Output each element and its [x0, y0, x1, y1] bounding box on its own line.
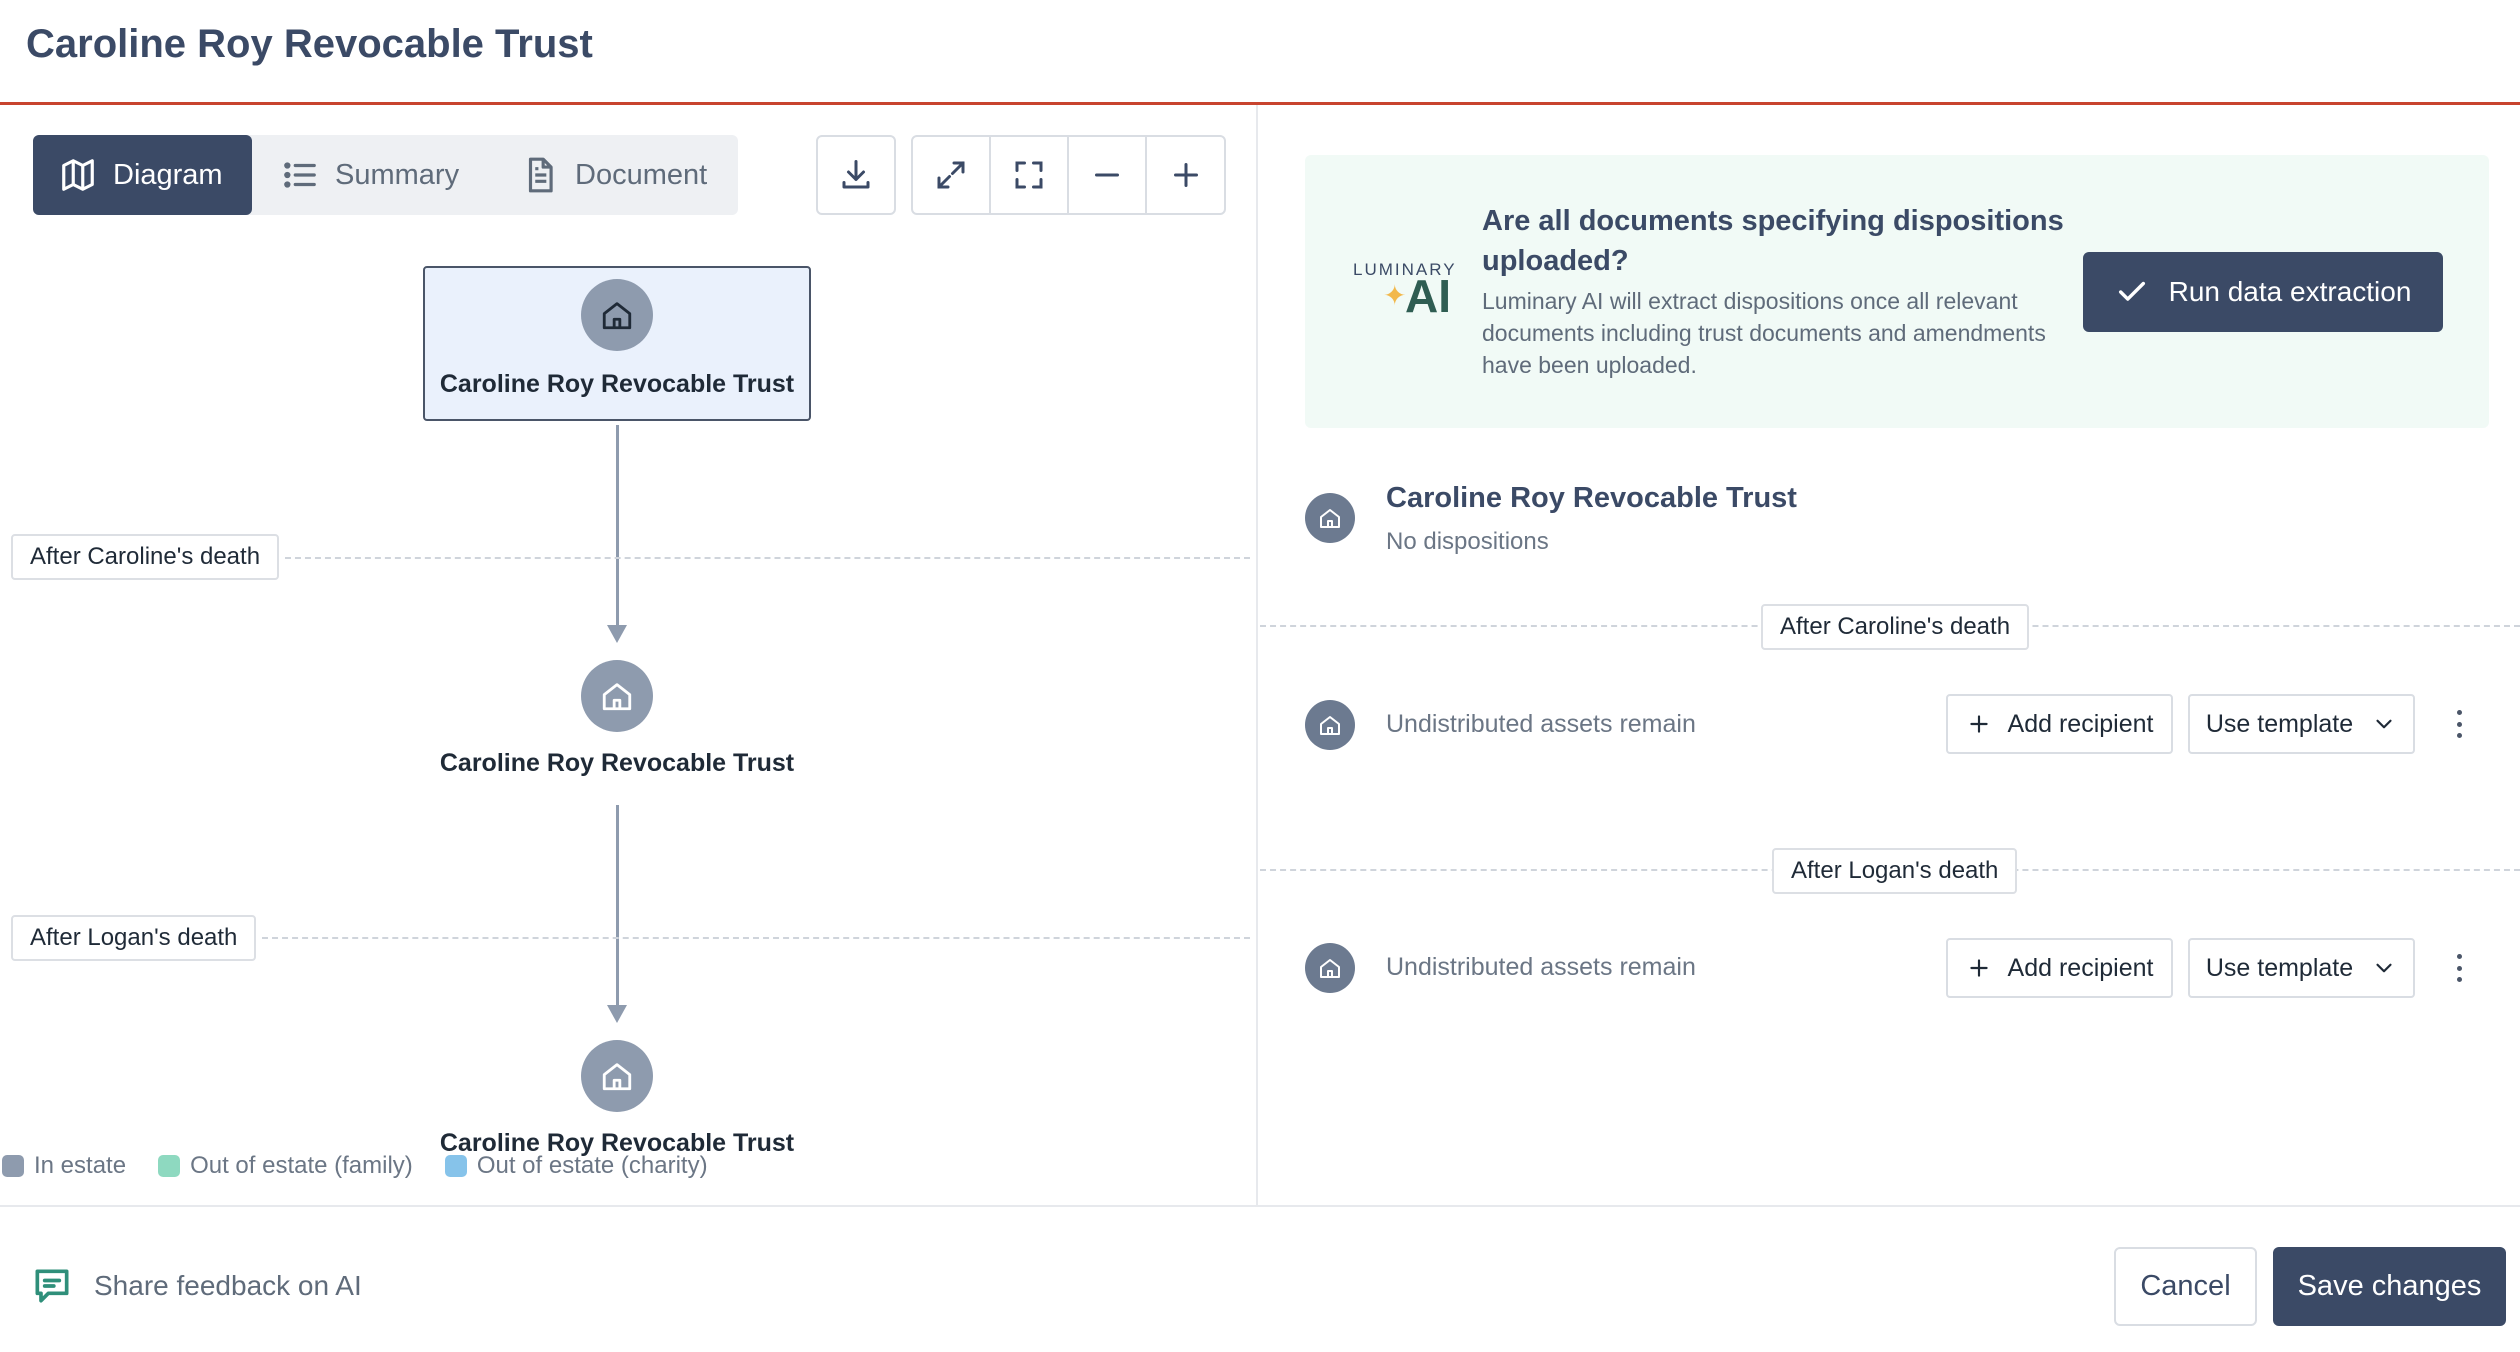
- legend-label: Out of estate (family): [190, 1152, 413, 1179]
- luminary-ai-logo: AI: [1405, 270, 1451, 322]
- zoom-out-button[interactable]: [1069, 137, 1147, 213]
- home-icon: [602, 1063, 632, 1091]
- diagram-node-root[interactable]: Caroline Roy Revocable Trust: [423, 266, 811, 421]
- legend-label: Out of estate (charity): [476, 1152, 708, 1179]
- connector-line: [616, 425, 619, 630]
- arrow-down-icon: [607, 625, 627, 643]
- more-options-icon[interactable]: [2445, 948, 2473, 988]
- plus-icon: [1969, 715, 1988, 733]
- home-icon: [1320, 959, 1340, 978]
- node-label: Caroline Roy Revocable Trust: [439, 749, 795, 777]
- connector-line: [616, 805, 619, 1010]
- home-icon: [1320, 509, 1340, 528]
- chevron-down-icon: [2376, 719, 2392, 729]
- footer-divider: [0, 1205, 2520, 1207]
- panel-divider: [1256, 105, 1258, 1206]
- more-options-icon[interactable]: [2445, 704, 2473, 744]
- tab-diagram-label: Diagram: [113, 158, 223, 191]
- undistributed-assets-text: Undistributed assets remain: [1386, 953, 1696, 981]
- document-icon: [528, 157, 553, 193]
- run-data-extraction-button[interactable]: Run data extraction: [2083, 252, 2443, 332]
- legend-item: Out of estate (family): [158, 1152, 413, 1180]
- run-button-label: Run data extraction: [2168, 276, 2412, 307]
- zoom-in-button[interactable]: [1147, 137, 1225, 213]
- zoom-controls: [911, 135, 1226, 215]
- asset-avatar: [1305, 700, 1355, 750]
- node-avatar: [581, 279, 653, 351]
- use-template-label: Use template: [2205, 953, 2354, 982]
- save-changes-button[interactable]: Save changes: [2273, 1247, 2506, 1326]
- expand-icon: [937, 161, 965, 189]
- asset-avatar: [1305, 943, 1355, 993]
- event-tag: After Caroline's death: [11, 534, 280, 580]
- no-dispositions-text: No dispositions: [1386, 528, 1549, 555]
- tab-diagram[interactable]: Diagram: [33, 135, 252, 215]
- expand-button[interactable]: [913, 137, 991, 213]
- legend-item: In estate: [2, 1152, 126, 1180]
- tab-document[interactable]: Document: [521, 135, 731, 215]
- add-recipient-button[interactable]: Add recipient: [1946, 938, 2173, 998]
- home-icon: [602, 302, 632, 330]
- legend-swatch: [158, 1155, 181, 1177]
- zoom-out-icon: [1095, 173, 1119, 177]
- event-tag: After Caroline's death: [1761, 604, 2030, 650]
- sparkle-icon: ✦: [1383, 280, 1407, 311]
- event-tag: After Logan's death: [11, 915, 257, 961]
- fit-screen-icon: [1015, 161, 1043, 189]
- event-divider: [285, 557, 1250, 559]
- download-button[interactable]: [816, 135, 896, 215]
- view-tabs: Diagram Summary Document: [33, 135, 738, 215]
- event-divider: [262, 937, 1250, 939]
- tab-document-label: Document: [575, 158, 708, 191]
- event-tag: After Logan's death: [1772, 848, 2018, 894]
- list-icon: [284, 162, 316, 188]
- ai-banner-description: Luminary AI will extract dispositions on…: [1482, 288, 2046, 378]
- share-feedback-label: Share feedback on AI: [94, 1270, 362, 1301]
- feedback-chat-icon: [35, 1269, 69, 1303]
- tab-summary[interactable]: Summary: [281, 135, 491, 215]
- arrow-down-icon: [607, 1005, 627, 1023]
- plus-icon: [1969, 959, 1988, 977]
- share-feedback-link[interactable]: Share feedback on AI: [30, 1264, 362, 1308]
- fit-screen-button[interactable]: [991, 137, 1069, 213]
- legend-swatch: [444, 1155, 467, 1177]
- trust-name: Caroline Roy Revocable Trust: [1386, 482, 1797, 514]
- home-icon: [1320, 716, 1340, 735]
- page-header: Caroline Roy Revocable Trust: [0, 0, 2520, 105]
- legend-swatch: [2, 1155, 24, 1177]
- ai-extraction-banner: LUMINARY ✦ AI Are all documents specifyi…: [1305, 155, 2489, 428]
- home-icon: [602, 683, 632, 711]
- legend-item: Out of estate (charity): [444, 1152, 708, 1180]
- map-icon: [62, 159, 94, 191]
- use-template-dropdown[interactable]: Use template: [2188, 938, 2415, 998]
- zoom-in-icon: [1174, 163, 1198, 187]
- trust-avatar: [1305, 493, 1355, 543]
- node-avatar[interactable]: [581, 660, 653, 732]
- diagram-legend: In estate Out of estate (family) Out of …: [2, 1152, 740, 1180]
- use-template-dropdown[interactable]: Use template: [2188, 694, 2415, 754]
- tab-summary-label: Summary: [335, 158, 460, 191]
- download-icon: [842, 160, 870, 189]
- ai-banner-title: Are all documents specifying disposition…: [1482, 205, 2064, 277]
- add-recipient-label: Add recipient: [2007, 709, 2154, 738]
- add-recipient-label: Add recipient: [2007, 953, 2154, 982]
- add-recipient-button[interactable]: Add recipient: [1946, 694, 2173, 754]
- chevron-down-icon: [2376, 963, 2392, 973]
- page-title: Caroline Roy Revocable Trust: [26, 22, 593, 66]
- use-template-label: Use template: [2205, 709, 2354, 738]
- cancel-button[interactable]: Cancel: [2114, 1247, 2257, 1326]
- undistributed-assets-text: Undistributed assets remain: [1386, 710, 1696, 738]
- checkmark-icon: [2118, 281, 2145, 301]
- node-avatar[interactable]: [581, 1040, 653, 1112]
- node-label: Caroline Roy Revocable Trust: [439, 370, 795, 398]
- legend-label: In estate: [34, 1152, 127, 1179]
